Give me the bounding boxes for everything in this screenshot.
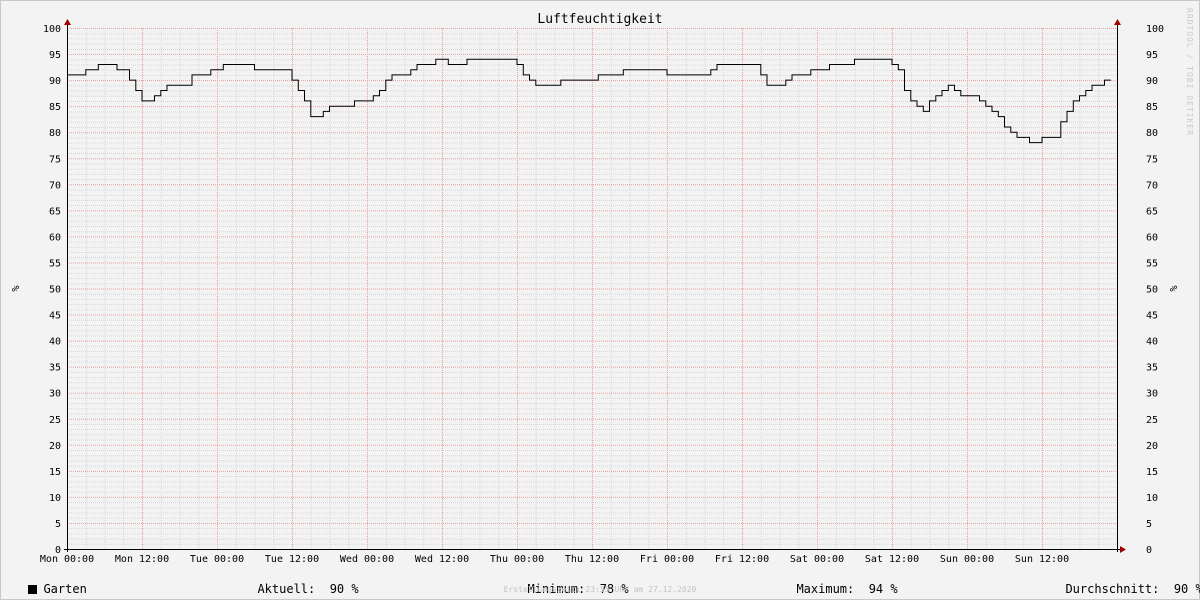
y-tick-label-right: 25 xyxy=(1146,415,1158,426)
x-axis-arrow xyxy=(1120,546,1126,553)
y-tick-label-left: 85 xyxy=(49,102,61,113)
creation-time-credit: Erstellungszeit: 23:55 Uhr am 27.12.2020 xyxy=(503,585,697,594)
y-tick-label-left: 25 xyxy=(49,415,61,426)
y-tick-label-left: 30 xyxy=(49,389,61,400)
y-tick-label-left: 75 xyxy=(49,154,61,165)
y-tick-label-right: 45 xyxy=(1146,311,1158,322)
x-tick-label: Sun 00:00 xyxy=(940,554,994,565)
x-tick-label: Mon 00:00 xyxy=(40,554,94,565)
y-tick-label-left: 35 xyxy=(49,363,61,374)
x-tick-label: Thu 00:00 xyxy=(490,554,544,565)
x-tick-label: Sat 00:00 xyxy=(790,554,844,565)
y-tick-label-right: 100 xyxy=(1146,24,1164,35)
y-tick-label-right: 50 xyxy=(1146,285,1158,296)
y-tick-label-right: 5 xyxy=(1146,519,1152,530)
y-tick-label-right: 60 xyxy=(1146,232,1158,243)
y-tick-label-right: 10 xyxy=(1146,493,1158,504)
y-tick-label-right: 30 xyxy=(1146,389,1158,400)
x-tick-label: Fri 00:00 xyxy=(640,554,694,565)
y-tick-label-right: 55 xyxy=(1146,258,1158,269)
y-tick-label-left: 60 xyxy=(49,232,61,243)
y-axis-label-right: % xyxy=(1167,285,1178,291)
y-tick-label-right: 35 xyxy=(1146,363,1158,374)
y-tick-label-right: 90 xyxy=(1146,76,1158,87)
y-tick-label-right: 40 xyxy=(1146,337,1158,348)
y-tick-label-right: 85 xyxy=(1146,102,1158,113)
x-tick-label: Mon 12:00 xyxy=(115,554,169,565)
y-axis-label-left: % xyxy=(9,285,20,291)
x-tick-label: Thu 12:00 xyxy=(565,554,619,565)
y-axis-arrow-left xyxy=(64,19,71,25)
y-tick-label-right: 75 xyxy=(1146,154,1158,165)
x-tick-label: Fri 12:00 xyxy=(715,554,769,565)
y-tick-label-left: 70 xyxy=(49,180,61,191)
y-tick-label-left: 45 xyxy=(49,311,61,322)
y-tick-label-right: 15 xyxy=(1146,467,1158,478)
y-tick-label-left: 50 xyxy=(49,285,61,296)
y-tick-label-left: 15 xyxy=(49,467,61,478)
y-tick-label-right: 70 xyxy=(1146,180,1158,191)
chart-title: Luftfeuchtigkeit xyxy=(537,12,662,27)
y-axis-arrow-right xyxy=(1114,19,1121,25)
y-tick-label-left: 100 xyxy=(43,24,61,35)
y-tick-label-left: 55 xyxy=(49,258,61,269)
y-tick-label-left: 5 xyxy=(55,519,61,530)
y-tick-label-left: 90 xyxy=(49,76,61,87)
axes xyxy=(64,19,1126,553)
y-tick-label-left: 95 xyxy=(49,50,61,61)
y-tick-label-left: 80 xyxy=(49,128,61,139)
x-tick-label: Wed 00:00 xyxy=(340,554,394,565)
x-tick-label: Wed 12:00 xyxy=(415,554,469,565)
y-tick-label-right: 0 xyxy=(1146,545,1152,556)
y-tick-label-right: 20 xyxy=(1146,441,1158,452)
x-tick-label: Sat 12:00 xyxy=(865,554,919,565)
y-tick-label-left: 10 xyxy=(49,493,61,504)
x-tick-label: Tue 12:00 xyxy=(265,554,319,565)
y-tick-label-right: 65 xyxy=(1146,206,1158,217)
y-tick-label-right: 80 xyxy=(1146,128,1158,139)
humidity-chart: Luftfeuchtigkeit 0 05 510 1015 1520 2025 2530 3… xyxy=(9,8,1194,565)
y-tick-label-left: 65 xyxy=(49,206,61,217)
x-tick-label: Sun 12:00 xyxy=(1015,554,1069,565)
rrdtool-watermark: RRDTOOL / TOBI OETIKER xyxy=(1185,8,1194,136)
grid xyxy=(67,28,1117,549)
y-tick-label-right: 95 xyxy=(1146,50,1158,61)
y-tick-label-left: 20 xyxy=(49,441,61,452)
y-tick-label-left: 40 xyxy=(49,337,61,348)
x-tick-label: Tue 00:00 xyxy=(190,554,244,565)
